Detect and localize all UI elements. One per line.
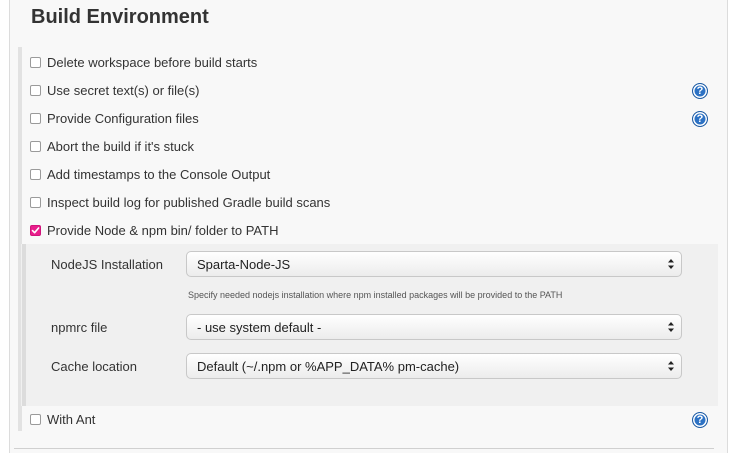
chevron-up-down-icon [668,322,674,332]
select-value: - use system default - [197,319,322,335]
option-label: Inspect build log for published Gradle b… [47,194,331,210]
help-icon[interactable]: ? [692,83,708,99]
section-title: Build Environment [31,6,209,28]
option-secret-text[interactable]: Use secret text(s) or file(s) [30,76,199,104]
select-value: Sparta-Node-JS [197,256,291,272]
chevron-up-down-icon [668,361,674,371]
checkbox[interactable] [30,56,41,68]
option-with-ant[interactable]: With Ant [30,405,95,433]
nodejs-installation-hint: Specify needed nodejs installation where… [188,290,563,300]
option-label: With Ant [47,411,96,427]
option-label: Abort the build if it's stuck [47,138,194,154]
cache-location-select[interactable]: Default (~/.npm or %APP_DATA% pm-cache) [186,353,682,379]
option-label: Add timestamps to the Console Output [47,166,271,182]
checkmark-icon [31,226,40,233]
option-timestamps[interactable]: Add timestamps to the Console Output [30,160,270,188]
checkbox[interactable] [30,112,41,124]
checkbox-checked[interactable] [30,224,41,236]
checkbox[interactable] [30,84,41,96]
option-gradle-scans[interactable]: Inspect build log for published Gradle b… [30,188,330,216]
option-label: Provide Configuration files [47,110,199,126]
cache-location-label: Cache location [51,359,137,374]
nodejs-installation-label: NodeJS Installation [51,257,164,272]
divider [14,448,714,449]
subsection-indent-bar [22,244,26,406]
option-abort-stuck[interactable]: Abort the build if it's stuck [30,132,194,160]
npmrc-file-select[interactable]: - use system default - [186,314,682,340]
select-value: Default (~/.npm or %APP_DATA% pm-cache) [197,358,460,374]
chevron-up-down-icon [668,259,674,269]
checkbox[interactable] [30,196,41,208]
checkbox[interactable] [30,140,41,152]
option-label: Use secret text(s) or file(s) [47,82,200,98]
checkbox[interactable] [30,168,41,180]
option-delete-workspace[interactable]: Delete workspace before build starts [30,48,257,76]
nodejs-installation-select[interactable]: Sparta-Node-JS [186,251,682,277]
help-icon[interactable]: ? [692,412,708,428]
option-config-files[interactable]: Provide Configuration files [30,104,199,132]
npmrc-file-label: npmrc file [51,320,108,335]
option-label: Delete workspace before build starts [47,54,258,70]
option-provide-node[interactable]: Provide Node & npm bin/ folder to PATH [30,216,278,244]
help-icon[interactable]: ? [692,111,708,127]
option-label: Provide Node & npm bin/ folder to PATH [47,222,279,238]
checkbox[interactable] [30,413,41,425]
